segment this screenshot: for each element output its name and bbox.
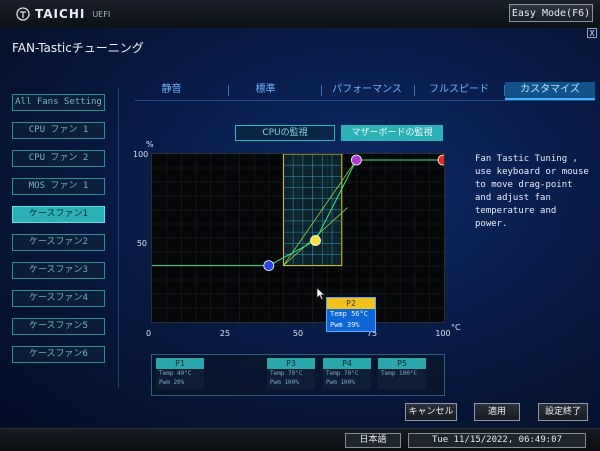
tab-customize[interactable]: カスタマイズ (505, 82, 595, 100)
motherboard-monitor-button[interactable]: マザーボードの監視 (341, 125, 443, 141)
mode-tabs: 静音 標準 パフォーマンス フルスピード カスタマイズ (135, 82, 595, 100)
sidebar-item-all-fans[interactable]: All Fans Setting (12, 94, 105, 111)
sidebar-item-cpu-fan-1[interactable]: CPU ファン 1 (12, 122, 105, 139)
brand-logo: TAICHI UEFI (16, 7, 110, 21)
page-title: FAN-Tasticチューニング (12, 41, 144, 55)
sidebar-item-cpu-fan-2[interactable]: CPU ファン 2 (12, 150, 105, 167)
sidebar-item-case-fan-2[interactable]: ケースファン2 (12, 234, 105, 251)
point-box-p3[interactable]: P3 Temp 70°C Pwm 100% (267, 358, 315, 389)
sidebar-item-case-fan-5[interactable]: ケースファン5 (12, 318, 105, 335)
clock-display: Tue 11/15/2022, 06:49:07 (408, 433, 586, 448)
close-button[interactable]: X (587, 28, 597, 38)
point-box-title: P4 (323, 358, 371, 369)
point-box-p4[interactable]: P4 Temp 70°C Pwm 100% (323, 358, 371, 389)
status-bar: 日本語 Tue 11/15/2022, 06:49:07 (0, 428, 600, 451)
point-box-pwm: Pwm 20% (159, 379, 185, 386)
easy-mode-button[interactable]: Easy Mode(F6) (509, 4, 593, 22)
cpu-monitor-button[interactable]: CPUの監視 (235, 125, 335, 141)
tooltip-title: P2 (327, 298, 375, 309)
point-box-temp: Temp 70°C (270, 370, 303, 377)
point-box-p5[interactable]: P5 Temp 100°C (378, 358, 426, 389)
curve-point-p5[interactable] (437, 154, 444, 166)
top-bar: TAICHI UEFI Easy Mode(F6) (0, 0, 600, 29)
tooltip-temp: Temp 56°C (330, 310, 368, 318)
y-axis-label: % (146, 140, 154, 149)
point-box-title: P1 (156, 358, 204, 369)
tab-underline (135, 100, 595, 101)
x-axis-label: °C (451, 323, 461, 332)
y-tick-label: 100 (133, 150, 149, 159)
x-tick-label: 0 (146, 329, 152, 338)
apply-button[interactable]: 適用 (474, 403, 520, 421)
help-text: Fan Tastic Tuning , use keyboard or mous… (475, 154, 589, 229)
finish-settings-button[interactable]: 設定終了 (538, 403, 588, 421)
sidebar-item-case-fan-3[interactable]: ケースファン3 (12, 262, 105, 279)
language-button[interactable]: 日本語 (345, 433, 401, 448)
sidebar-item-case-fan-1[interactable]: ケースファン1 (12, 206, 105, 223)
brand-sub: UEFI (92, 9, 111, 19)
point-box-temp: Temp 70°C (326, 370, 359, 377)
tooltip-pwm: Pwm 39% (330, 321, 360, 329)
brand-name: TAICHI (35, 7, 86, 21)
taichi-shield-icon (16, 7, 30, 21)
curve-point-p2[interactable] (310, 235, 321, 246)
mouse-cursor-icon (316, 287, 326, 300)
point-box-temp: Temp 100°C (381, 370, 418, 377)
curve-point-p3[interactable] (350, 154, 362, 166)
sidebar-item-mos-fan-1[interactable]: MOS ファン 1 (12, 178, 105, 195)
curve-point-p1[interactable] (263, 260, 275, 271)
point-box-pwm: Pwm 100% (326, 379, 355, 386)
sidebar-item-case-fan-4[interactable]: ケースファン4 (12, 290, 105, 307)
cancel-button[interactable]: キャンセル (405, 403, 457, 421)
x-tick-label: 25 (219, 329, 231, 338)
point-box-p1[interactable]: P1 Temp 40°C Pwm 20% (156, 358, 204, 389)
point-box-pwm: Pwm 100% (270, 379, 299, 386)
point-box-temp: Temp 40°C (159, 370, 192, 377)
fan-curve-graph[interactable] (151, 153, 445, 323)
tab-standard[interactable]: 標準 (229, 82, 302, 100)
point-tooltip: P2 Temp 56°C Pwm 39% (326, 297, 376, 332)
sidebar-divider (118, 88, 119, 388)
y-tick-label: 50 (136, 239, 147, 248)
tab-performance[interactable]: パフォーマンス (322, 82, 412, 100)
fan-curve-svg[interactable] (152, 154, 444, 322)
point-box-title: P5 (378, 358, 426, 369)
main-panel: FAN-Tasticチューニング X All Fans Setting CPU … (0, 28, 600, 428)
x-tick-label: 50 (292, 329, 304, 338)
point-info-panel: P1 Temp 40°C Pwm 20% P3 Temp 70°C Pwm 10… (151, 354, 445, 396)
tab-full-speed[interactable]: フルスピード (415, 82, 503, 100)
tab-silent[interactable]: 静音 (135, 82, 208, 100)
sidebar-item-case-fan-6[interactable]: ケースファン6 (12, 346, 105, 363)
point-box-title: P3 (267, 358, 315, 369)
